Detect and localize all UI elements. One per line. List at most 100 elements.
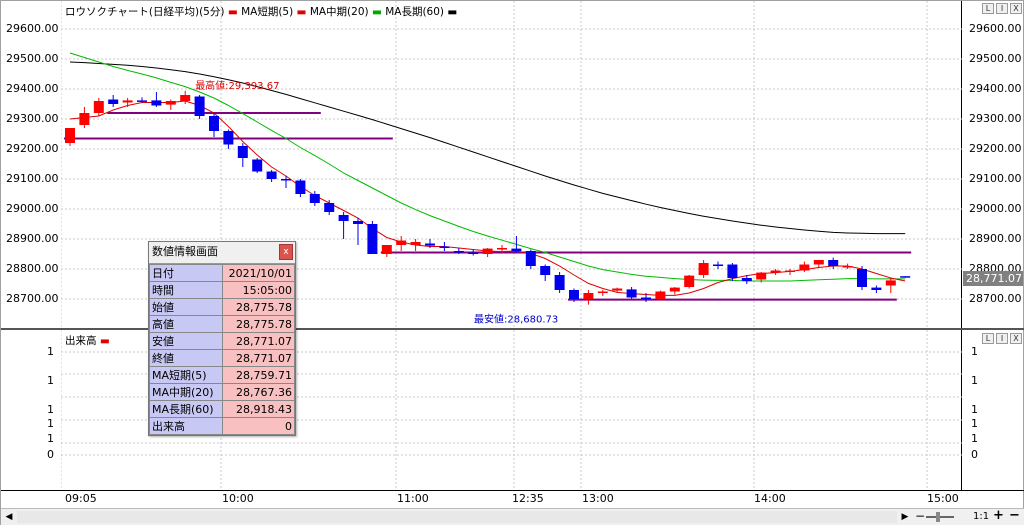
candle-body[interactable] <box>151 100 162 106</box>
candle-body[interactable] <box>439 246 450 249</box>
candle-body[interactable] <box>468 252 479 255</box>
candle-body[interactable] <box>641 297 651 300</box>
candle-body[interactable] <box>425 243 435 246</box>
candle-body[interactable] <box>79 113 90 125</box>
candle-body[interactable] <box>281 179 291 181</box>
time-tick-label: 11:00 <box>397 492 429 505</box>
candle-body[interactable] <box>108 99 119 105</box>
candle-body[interactable] <box>209 116 219 131</box>
zoom-minus-right-button[interactable]: − <box>1009 508 1020 523</box>
current-price: 28,771.07 <box>966 272 1022 285</box>
candle-body[interactable] <box>338 215 349 221</box>
volume-tick-label: 1 <box>47 403 54 416</box>
candle-body[interactable] <box>885 280 896 286</box>
restore-button[interactable]: I <box>996 3 1008 14</box>
info-key: 時間 <box>149 281 223 299</box>
candle-body[interactable] <box>669 287 680 292</box>
candle-body[interactable] <box>785 270 795 273</box>
info-row: 日付 2021/10/01 <box>149 264 295 282</box>
candle-body[interactable] <box>511 248 522 251</box>
candle-body[interactable] <box>137 100 147 102</box>
info-value: 28,771.07 <box>222 349 295 367</box>
candle-body[interactable] <box>525 251 536 266</box>
horizontal-scrollbar[interactable]: ◀ ▶ − 1:1 + − <box>1 508 1024 525</box>
price-tick-label: 28800.00 <box>6 262 59 275</box>
time-tick-label: 13:00 <box>582 492 614 505</box>
candle-body[interactable] <box>799 264 810 271</box>
candle-body[interactable] <box>857 269 867 287</box>
zoom-plus-button[interactable]: + <box>993 508 1004 523</box>
candle-body[interactable] <box>381 245 392 254</box>
candle-body[interactable] <box>698 263 709 275</box>
candle-body[interactable] <box>626 289 637 298</box>
candle-body[interactable] <box>554 275 565 290</box>
info-key: 終値 <box>149 349 223 367</box>
candle-body[interactable] <box>727 264 738 279</box>
candle-body[interactable] <box>309 194 320 203</box>
volume-tick-label-right: 1 <box>971 345 978 358</box>
candle-body[interactable] <box>770 270 781 273</box>
scroll-track[interactable] <box>17 511 897 523</box>
candle-body[interactable] <box>583 293 594 299</box>
info-value: 28,771.07 <box>222 332 295 350</box>
info-key: MA中期(20) <box>149 383 223 401</box>
candle-body[interactable] <box>65 128 75 143</box>
candle-body[interactable] <box>93 101 104 113</box>
volume-minimize-button[interactable]: L <box>982 333 994 344</box>
zoom-minus-button[interactable]: − <box>915 509 925 523</box>
info-row: 始値 28,775.78 <box>149 298 295 316</box>
candle-body[interactable] <box>482 248 493 254</box>
candle-body[interactable] <box>497 248 507 250</box>
volume-tick-label: 1 <box>47 432 54 445</box>
zoom-slider-thumb[interactable] <box>936 512 940 522</box>
volume-close-button[interactable]: X <box>1010 333 1022 344</box>
volume-restore-button[interactable]: I <box>996 333 1008 344</box>
candle-body[interactable] <box>453 251 464 253</box>
close-button[interactable]: X <box>1010 3 1022 14</box>
info-panel-close-button[interactable]: x <box>279 244 293 260</box>
candle-body[interactable] <box>353 221 363 224</box>
zoom-slider[interactable] <box>926 516 954 518</box>
candle-body[interactable] <box>324 203 335 212</box>
candle-body[interactable] <box>741 278 752 281</box>
zoom-ratio: 1:1 <box>973 511 990 522</box>
candle-body[interactable] <box>871 287 882 290</box>
candle-body[interactable] <box>266 171 277 180</box>
candle-body[interactable] <box>237 146 248 158</box>
candle-body[interactable] <box>165 101 176 105</box>
scroll-right-arrow[interactable]: ▶ <box>899 511 911 523</box>
info-row: MA長期(60) 28,918.43 <box>149 400 295 418</box>
candle-body[interactable] <box>756 272 767 280</box>
candle-body[interactable] <box>223 131 234 145</box>
candle-body[interactable] <box>900 276 911 278</box>
candle-body[interactable] <box>122 100 133 103</box>
info-row: MA短期(5) 28,759.71 <box>149 366 295 384</box>
info-row: 高値 28,775.78 <box>149 315 295 333</box>
volume-tick-label: 1 <box>47 345 54 358</box>
candle-body[interactable] <box>252 159 263 172</box>
candle-body[interactable] <box>396 240 407 246</box>
candle-body[interactable] <box>813 260 824 265</box>
info-panel[interactable]: 数値情報画面 x 日付 2021/10/01 時間 15:05:00 始値 28,775.… <box>148 241 296 436</box>
candle-body[interactable] <box>295 180 306 195</box>
candle-body[interactable] <box>540 266 551 275</box>
candle-body[interactable] <box>367 224 378 254</box>
info-value: 28,775.78 <box>222 298 295 316</box>
candle-body[interactable] <box>684 275 695 287</box>
info-panel-header[interactable]: 数値情報画面 x <box>149 242 295 264</box>
scroll-left-arrow[interactable]: ◀ <box>3 511 15 523</box>
candle-body[interactable] <box>597 291 608 294</box>
candle-body[interactable] <box>655 291 666 300</box>
candle-body[interactable] <box>569 290 579 299</box>
info-value: 28,767.36 <box>222 383 295 401</box>
candle-body[interactable] <box>842 266 853 268</box>
candle-body[interactable] <box>713 264 723 267</box>
current-price-tag: 28,771.07 <box>963 271 1023 286</box>
minimize-button[interactable]: L <box>982 3 994 14</box>
candle-body[interactable] <box>180 95 191 101</box>
candle-body[interactable] <box>612 288 623 291</box>
volume-tick-label: 1 <box>47 417 54 430</box>
candle-body[interactable] <box>194 96 205 117</box>
candle-body[interactable] <box>828 260 839 266</box>
candle-body[interactable] <box>410 242 421 245</box>
